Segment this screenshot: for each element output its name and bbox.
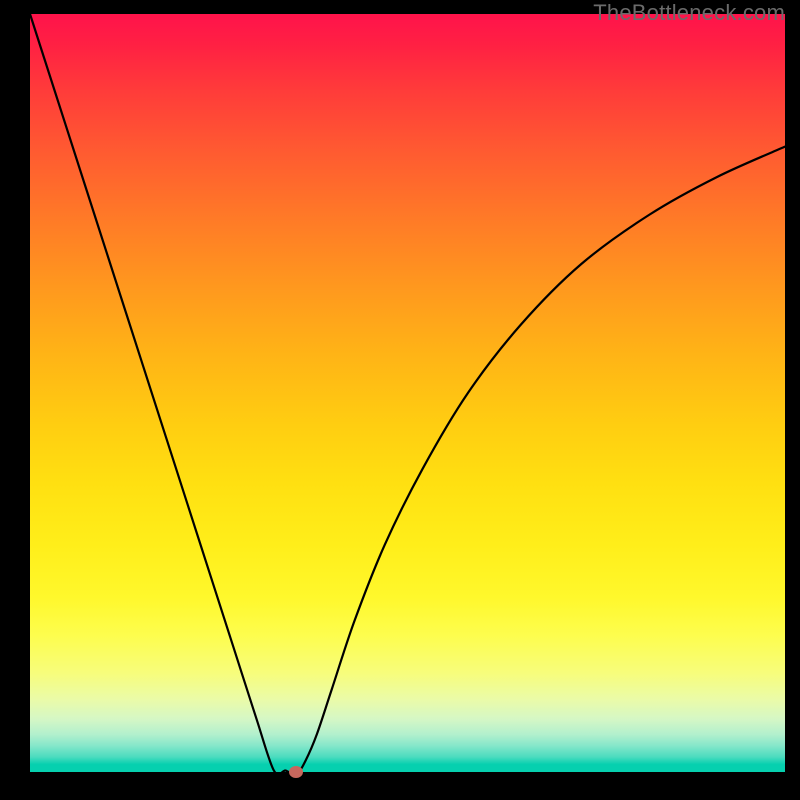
bottleneck-curve [30,14,785,772]
chart-frame: TheBottleneck.com [0,0,800,800]
minimum-marker [289,766,303,778]
watermark-text: TheBottleneck.com [593,0,785,26]
